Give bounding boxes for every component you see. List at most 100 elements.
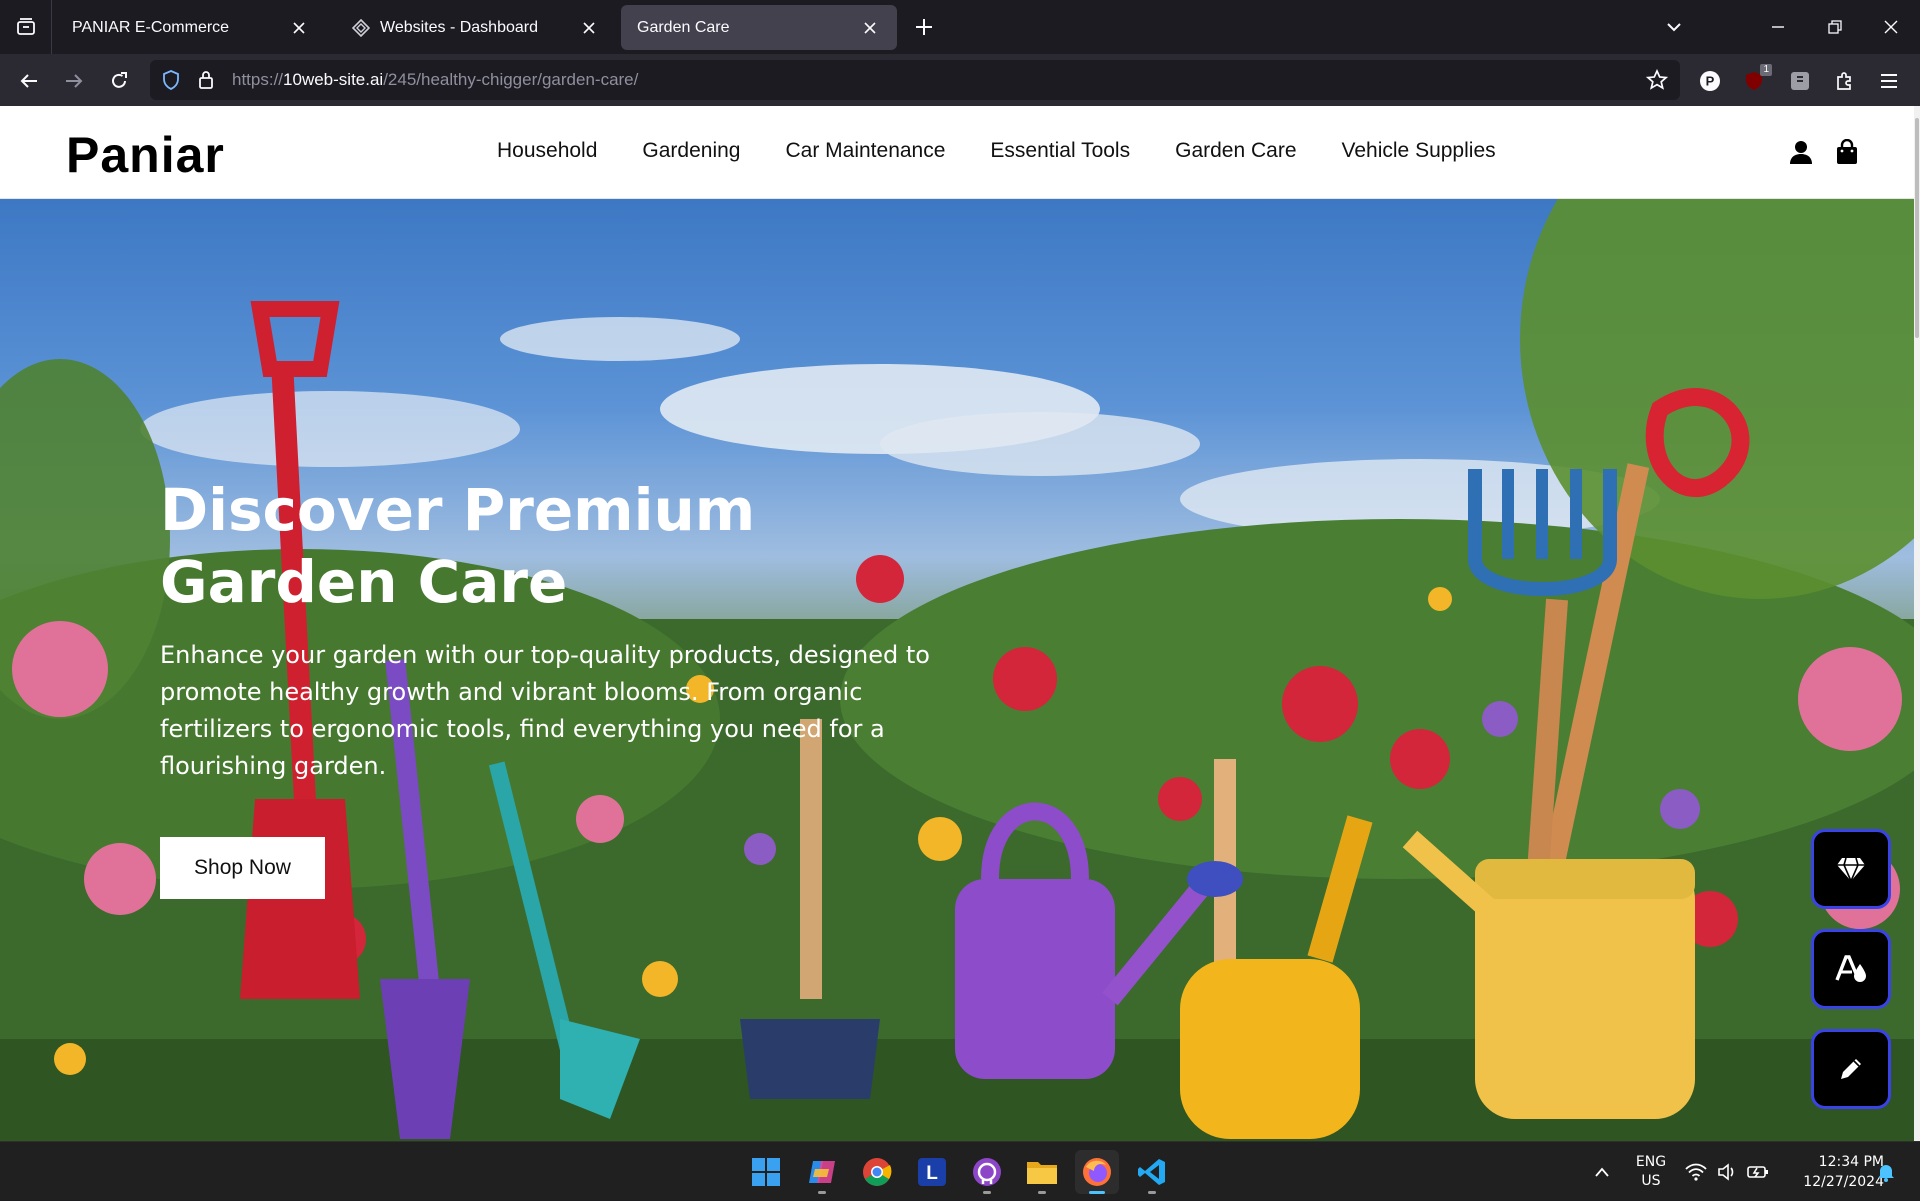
diamond-icon	[1837, 857, 1865, 882]
page-viewport: Paniar Household Gardening Car Maintenan…	[0, 106, 1920, 1141]
windows-logo-icon	[752, 1158, 780, 1186]
svg-text:P: P	[1706, 74, 1715, 89]
account-button[interactable]	[1787, 138, 1815, 166]
language-indicator[interactable]: ENG US	[1628, 1142, 1674, 1201]
extension-button[interactable]	[1783, 64, 1817, 98]
menu-item-garden-care[interactable]: Garden Care	[1175, 139, 1296, 163]
plus-icon	[916, 19, 932, 35]
vscode-icon	[1138, 1159, 1165, 1185]
copilot-icon	[809, 1161, 835, 1183]
back-button[interactable]	[12, 64, 46, 98]
lock-icon[interactable]	[198, 70, 214, 90]
firefox-icon	[1083, 1158, 1111, 1186]
menu-item-gardening[interactable]: Gardening	[642, 139, 740, 163]
extension-tile-icon	[1791, 72, 1809, 90]
url-host: 10web-site.ai	[283, 70, 384, 89]
taskbar-chrome[interactable]	[855, 1150, 899, 1194]
close-icon	[1884, 20, 1898, 34]
ublock-extension-button[interactable]: 1	[1738, 64, 1772, 98]
browser-tab-bar: PANIAR E-Commerce Websites - Dashboard G…	[0, 0, 1920, 54]
folder-icon	[1027, 1162, 1057, 1184]
app-indicator	[983, 1191, 991, 1194]
cart-button[interactable]	[1833, 138, 1861, 166]
dashboard-favicon-icon	[352, 18, 370, 37]
tab-label: Websites - Dashboard	[380, 18, 538, 36]
system-tray-status[interactable]	[1684, 1142, 1770, 1201]
user-icon	[1790, 141, 1812, 164]
site-logo[interactable]: Paniar	[66, 126, 225, 184]
hamburger-menu-icon	[1881, 74, 1897, 88]
shopping-bag-icon	[1837, 139, 1857, 164]
extension-badge: 1	[1760, 64, 1772, 76]
page-scrollbar-thumb[interactable]	[1915, 118, 1919, 338]
bookmark-star-icon[interactable]	[1646, 69, 1668, 91]
tab-label: Garden Care	[637, 18, 730, 36]
restore-icon	[1828, 20, 1842, 34]
notifications-button[interactable]	[1874, 1142, 1898, 1201]
taskbar-github-desktop[interactable]	[965, 1150, 1009, 1194]
profile-extension-button[interactable]: P	[1693, 64, 1727, 98]
app-menu-button[interactable]	[1872, 64, 1906, 98]
taskbar-vscode[interactable]	[1130, 1150, 1174, 1194]
style-icon	[1835, 955, 1866, 982]
address-bar[interactable]: https://10web-site.ai/245/healthy-chigge…	[150, 60, 1680, 100]
list-all-tabs-button[interactable]	[1657, 10, 1691, 44]
shop-now-button[interactable]: Shop Now	[160, 837, 325, 899]
edit-pencil-icon	[1841, 1059, 1861, 1079]
tab-label: PANIAR E-Commerce	[72, 18, 230, 36]
battery-charging-icon	[1747, 1165, 1768, 1178]
url-prefix: https://	[232, 70, 284, 89]
hero-title: Discover Premium Garden Care	[160, 474, 860, 618]
floating-diamond-button[interactable]	[1811, 829, 1891, 909]
menu-item-essential-tools[interactable]: Essential Tools	[990, 139, 1130, 163]
floating-edit-button[interactable]	[1811, 1029, 1891, 1109]
language-code: ENG	[1635, 1153, 1667, 1170]
site-header: Paniar Household Gardening Car Maintenan…	[0, 106, 1914, 199]
arrow-left-icon	[20, 74, 37, 88]
tab-list-icon	[16, 18, 35, 35]
windows-taskbar: L ENG US 12:34 PM 12/27/2024	[0, 1141, 1920, 1200]
start-button[interactable]	[744, 1150, 788, 1194]
menu-item-car-maintenance[interactable]: Car Maintenance	[785, 139, 945, 163]
svg-text:L: L	[926, 1163, 938, 1184]
minimize-icon	[1772, 26, 1784, 28]
show-hidden-icons-button[interactable]	[1590, 1142, 1614, 1201]
menu-item-vehicle-supplies[interactable]: Vehicle Supplies	[1342, 139, 1496, 163]
hero-description: Enhance your garden with our top-quality…	[160, 641, 930, 780]
l-app-icon: L	[918, 1158, 946, 1186]
close-tab-icon[interactable]	[288, 17, 310, 39]
shield-icon[interactable]	[162, 70, 180, 90]
taskbar-clock[interactable]: 12:34 PM 12/27/2024	[1780, 1142, 1884, 1201]
p-extension-icon: P	[1700, 71, 1720, 91]
floating-style-button[interactable]	[1811, 929, 1891, 1009]
tab-paniar-ecommerce[interactable]: PANIAR E-Commerce	[56, 5, 326, 50]
minimize-button[interactable]	[1761, 10, 1795, 44]
github-icon	[973, 1158, 1001, 1186]
menu-item-household[interactable]: Household	[497, 139, 597, 163]
tab-websites-dashboard[interactable]: Websites - Dashboard	[336, 5, 616, 50]
close-window-button[interactable]	[1874, 10, 1908, 44]
restore-button[interactable]	[1818, 10, 1852, 44]
taskbar-l-app[interactable]: L	[910, 1150, 954, 1194]
hero-title-line2: Garden Care	[160, 548, 568, 616]
tab-list-button[interactable]	[0, 0, 52, 54]
clock-date: 12/27/2024	[1803, 1173, 1884, 1190]
close-tab-icon[interactable]	[859, 17, 881, 39]
bell-icon	[1878, 1164, 1894, 1182]
forward-button[interactable]	[57, 64, 91, 98]
language-region: US	[1641, 1172, 1661, 1189]
taskbar-firefox[interactable]	[1075, 1150, 1119, 1194]
arrow-right-icon	[66, 74, 83, 88]
reload-icon	[112, 72, 127, 88]
taskbar-copilot[interactable]	[800, 1150, 844, 1194]
reload-button[interactable]	[102, 64, 136, 98]
app-indicator	[1148, 1191, 1156, 1194]
tab-garden-care[interactable]: Garden Care	[621, 5, 897, 50]
wifi-icon	[1685, 1163, 1707, 1181]
extensions-menu-button[interactable]	[1828, 64, 1862, 98]
chrome-icon	[863, 1158, 892, 1186]
taskbar-file-explorer[interactable]	[1020, 1150, 1064, 1194]
volume-icon	[1718, 1162, 1734, 1181]
new-tab-button[interactable]	[910, 13, 938, 41]
close-tab-icon[interactable]	[578, 17, 600, 39]
